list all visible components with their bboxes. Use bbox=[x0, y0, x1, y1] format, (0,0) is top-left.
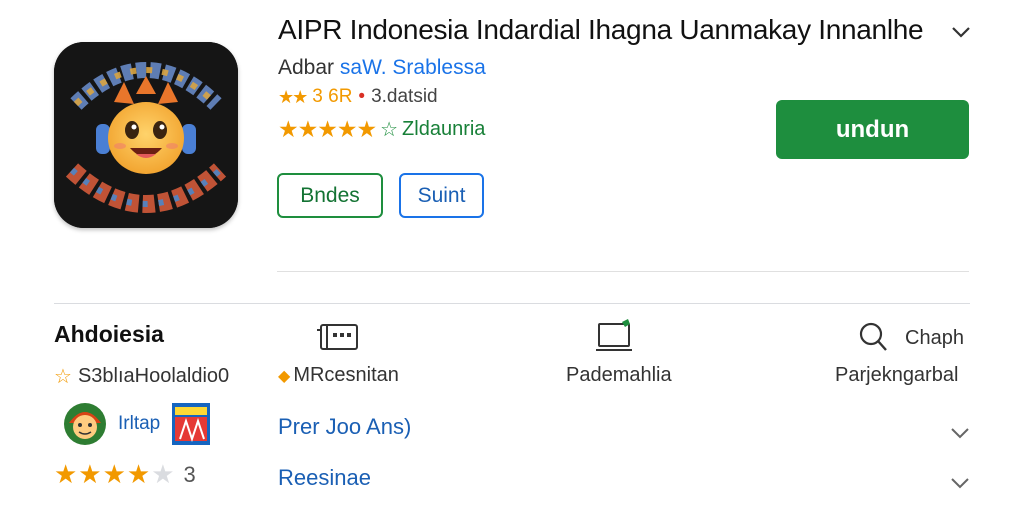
chevron-down-icon[interactable] bbox=[950, 24, 972, 40]
developer-prefix: Adbar bbox=[278, 56, 335, 79]
info-col-4-label: Parjekngarbal bbox=[835, 364, 959, 386]
expandable-row-1[interactable]: Prer Joo Ans) bbox=[278, 414, 411, 440]
monitor-icon bbox=[596, 319, 632, 351]
rating-label: Zldaunria bbox=[402, 118, 486, 140]
rating-stars-icon: ★★ bbox=[278, 86, 308, 107]
app-logo-art bbox=[54, 42, 238, 228]
app-icon bbox=[54, 42, 238, 228]
search-icon[interactable] bbox=[857, 320, 903, 356]
secondary-button-blue[interactable]: Suint bbox=[399, 173, 484, 218]
thumbnail-image bbox=[172, 403, 210, 445]
divider bbox=[54, 303, 970, 304]
avatar-art bbox=[64, 403, 106, 445]
col4-top-label: Chaph bbox=[905, 327, 964, 349]
expandable-row-2[interactable]: Reesinae bbox=[278, 465, 371, 491]
review-stars: ★★★★★ 3 bbox=[54, 459, 196, 490]
rating-summary: ★★ 3 6R • 3.datsid bbox=[278, 86, 438, 108]
star-rating-icon: ★★★★★ bbox=[278, 116, 377, 142]
award-icon: ☆ bbox=[380, 119, 399, 141]
rating-value: 3 6R bbox=[312, 86, 353, 107]
rating-stars-row: ★★★★★ ☆ Zldaunria bbox=[278, 116, 485, 143]
developer-name: Adbar saW. Srablessa bbox=[278, 56, 486, 80]
info-col-3-label: Pademahlia bbox=[566, 364, 672, 386]
info-col-2: ◆ MRcesnitan bbox=[278, 364, 399, 387]
avatar bbox=[64, 403, 106, 445]
developer-link[interactable]: saW. Srablessa bbox=[340, 56, 486, 79]
chevron-down-icon[interactable] bbox=[949, 476, 971, 490]
rating-extra: 3.datsid bbox=[371, 86, 438, 107]
row1-tag: Irltap bbox=[118, 413, 161, 434]
divider bbox=[277, 271, 969, 272]
star-rating-icon: ★★★★★ bbox=[54, 459, 176, 489]
info-col-2-label: MRcesnitan bbox=[293, 364, 399, 386]
location-pin-icon: ◆ bbox=[278, 367, 291, 385]
film-icon bbox=[317, 324, 358, 350]
rating-dot: • bbox=[358, 86, 366, 107]
secondary-button-green[interactable]: Bndes bbox=[277, 173, 383, 218]
review-count: 3 bbox=[183, 461, 196, 487]
info-col-1: ☆ S3blıaHoolaldio0 bbox=[54, 364, 229, 389]
chevron-down-icon[interactable] bbox=[949, 426, 971, 440]
app-title: AIPR Indonesia Indardial Ihagna Uanmakay… bbox=[278, 14, 924, 45]
star-icon: ☆ bbox=[54, 366, 72, 388]
install-button[interactable]: undun bbox=[776, 100, 969, 159]
section-title: Ahdoiesia bbox=[54, 321, 164, 347]
info-col-1-label: S3blıaHoolaldio0 bbox=[77, 365, 230, 387]
